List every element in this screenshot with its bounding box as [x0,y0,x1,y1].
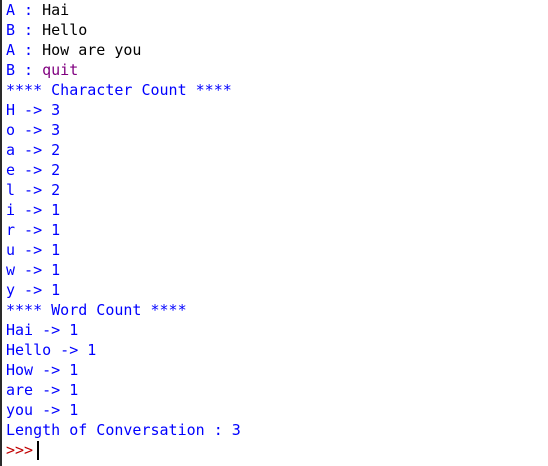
conversation-length-line: Length of Conversation : 3 [6,421,241,439]
character-count-row: w -> 1 [6,261,61,279]
shell-prompt-line[interactable]: >>> [6,440,548,460]
speaker-label: B [6,61,16,79]
character-count-row: r -> 1 [6,221,61,239]
text-cursor [37,440,40,460]
user-input-text: How are you [42,41,142,59]
character-count-row: y -> 1 [6,281,61,299]
word-count-row: How -> 1 [6,361,79,379]
user-input-text: Hello [42,21,88,39]
character-count-row: a -> 2 [6,141,61,159]
speaker-separator: : [15,1,43,19]
conversation-line: B : Hello [6,20,548,40]
user-input-text: Hai [42,1,70,19]
speaker-label: A [6,41,16,59]
word-count-header: **** Word Count **** [6,301,187,319]
word-count-row: Hai -> 1 [6,321,79,339]
speaker-separator: : [15,41,43,59]
character-count-row: e -> 2 [6,161,61,179]
conversation-line: A : How are you [6,40,548,60]
character-count-header: **** Character Count **** [6,81,232,99]
character-count-row: i -> 1 [6,201,61,219]
word-count-row: Hello -> 1 [6,341,97,359]
character-count-row: u -> 1 [6,241,61,259]
speaker-separator: : [15,21,43,39]
speaker-separator: : [15,61,43,79]
quit-input-text: quit [42,61,79,79]
character-count-row: l -> 2 [6,181,61,199]
word-count-row: are -> 1 [6,381,79,399]
speaker-label: A [6,1,16,19]
word-count-row: you -> 1 [6,401,79,419]
speaker-label: B [6,21,16,39]
conversation-line: A : Hai [6,0,548,20]
character-count-row: H -> 3 [6,101,61,119]
shell-prompt: >>> [6,441,34,459]
conversation-line: B : quit [6,60,548,80]
character-count-row: o -> 3 [6,121,61,139]
python-shell-output[interactable]: A : Hai B : Hello A : How are you B : qu… [0,0,548,466]
